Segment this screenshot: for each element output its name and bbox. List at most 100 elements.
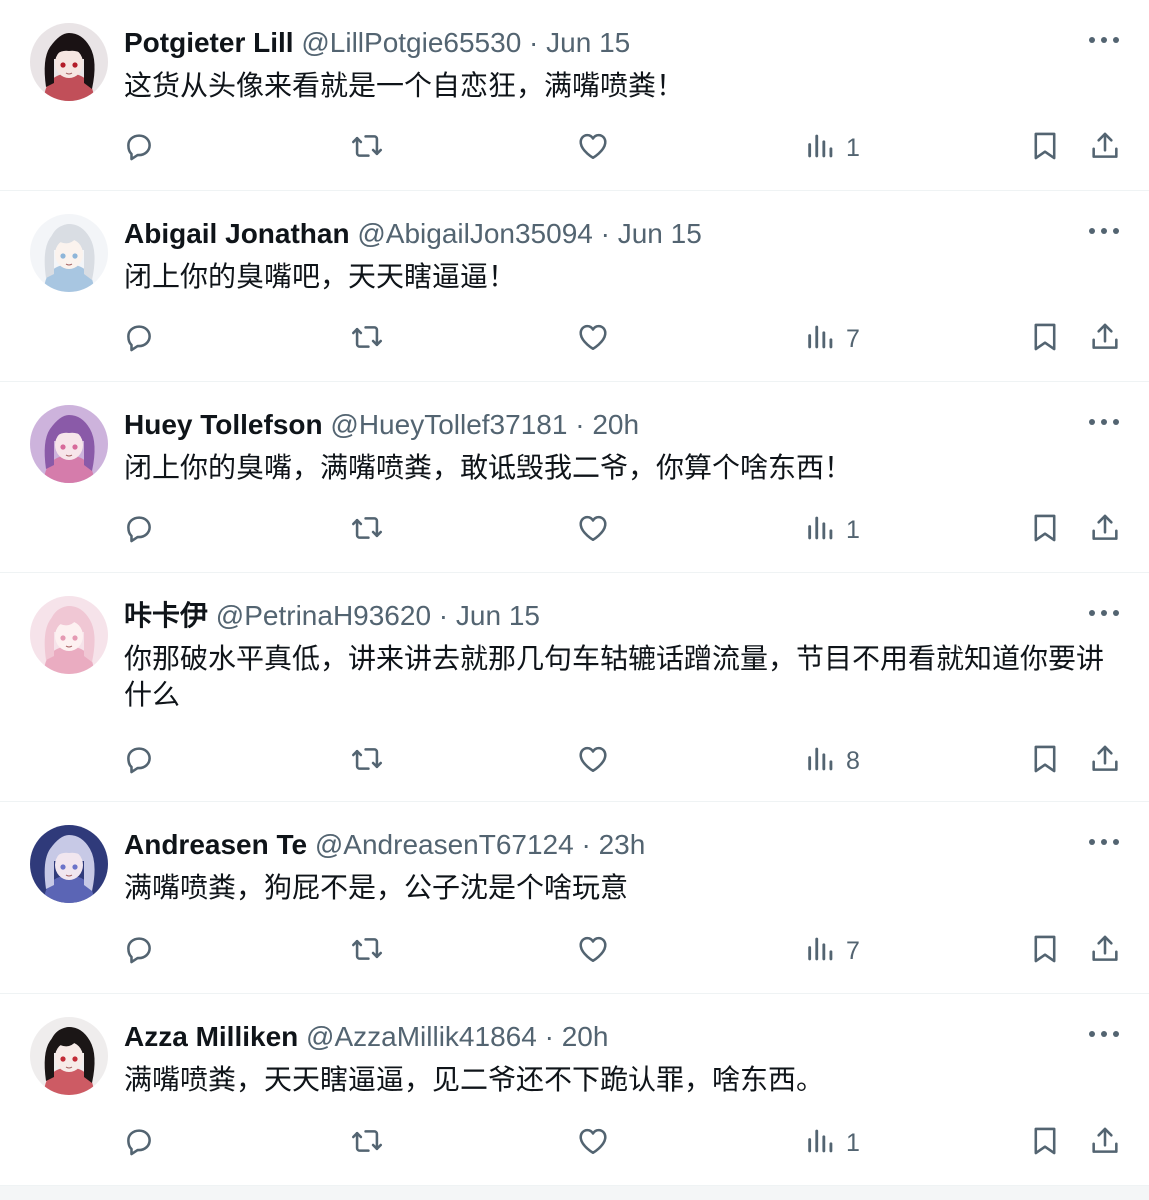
tweet-header: Azza Milliken @AzzaMillik41864 · 20h [124, 1020, 608, 1054]
more-icon[interactable] [1089, 412, 1119, 432]
user-handle[interactable]: @LillPotgie65530 [301, 27, 521, 58]
display-name[interactable]: Azza Milliken [124, 1021, 298, 1052]
bookmark-icon [1028, 932, 1062, 971]
more-icon[interactable] [1089, 603, 1119, 623]
share-button[interactable] [1088, 319, 1122, 359]
share-icon [1088, 129, 1122, 168]
like-button[interactable] [576, 741, 610, 781]
views-button[interactable]: 1 [804, 1123, 860, 1163]
share-icon [1088, 1124, 1122, 1163]
share-icon [1088, 320, 1122, 359]
avatar[interactable] [30, 825, 108, 903]
display-name[interactable]: Andreasen Te [124, 829, 307, 860]
user-handle[interactable]: @AzzaMillik41864 [306, 1021, 537, 1052]
tweet-actions: 1 [0, 128, 1149, 168]
reply-button[interactable] [122, 1123, 156, 1163]
separator-dot: · [592, 218, 618, 249]
more-icon[interactable] [1089, 1024, 1119, 1044]
more-icon[interactable] [1089, 832, 1119, 852]
bookmark-button[interactable] [1028, 741, 1062, 781]
more-icon[interactable] [1089, 30, 1119, 50]
tweet-text: 满嘴喷粪，狗屁不是，公子沈是个啥玩意 [124, 871, 629, 904]
share-button[interactable] [1088, 931, 1122, 971]
avatar[interactable] [30, 23, 108, 101]
tweet-reply[interactable]: Abigail Jonathan @AbigailJon35094 · Jun … [0, 191, 1149, 382]
retweet-button[interactable] [350, 741, 384, 781]
retweet-button[interactable] [350, 931, 384, 971]
tweet-reply[interactable]: Potgieter Lill @LillPotgie65530 · Jun 15… [0, 0, 1149, 191]
views-count: 8 [846, 746, 860, 775]
reply-icon [122, 742, 156, 781]
views-button[interactable]: 7 [804, 931, 860, 971]
tweet-reply[interactable]: 咔卡伊 @PetrinaH93620 · Jun 15 你那破水平真低，讲来讲去就… [0, 573, 1149, 802]
tweet-reply[interactable]: Andreasen Te @AndreasenT67124 · 23h 满嘴喷粪，… [0, 802, 1149, 994]
retweet-icon [350, 932, 384, 971]
user-handle[interactable]: @HueyTollef37181 [330, 409, 567, 440]
like-icon [576, 320, 610, 359]
bookmark-button[interactable] [1028, 128, 1062, 168]
like-button[interactable] [576, 931, 610, 971]
views-button[interactable]: 1 [804, 128, 860, 168]
views-count: 1 [846, 133, 860, 162]
tweet-actions: 8 [0, 741, 1149, 781]
tweet-header: Huey Tollefson @HueyTollef37181 · 20h [124, 408, 639, 442]
timestamp[interactable]: 20h [562, 1021, 609, 1052]
timestamp[interactable]: 20h [592, 409, 639, 440]
user-handle[interactable]: @AndreasenT67124 [315, 829, 574, 860]
timestamp[interactable]: Jun 15 [546, 27, 630, 58]
display-name[interactable]: Abigail Jonathan [124, 218, 350, 249]
reply-button[interactable] [122, 741, 156, 781]
reply-button[interactable] [122, 510, 156, 550]
retweet-button[interactable] [350, 510, 384, 550]
separator-dot: · [521, 27, 547, 58]
user-handle[interactable]: @AbigailJon35094 [357, 218, 592, 249]
views-button[interactable]: 1 [804, 510, 860, 550]
retweet-icon [350, 129, 384, 168]
separator-dot: · [431, 600, 456, 631]
like-button[interactable] [576, 1123, 610, 1163]
separator-dot: · [573, 829, 599, 860]
views-count: 7 [846, 324, 860, 353]
reply-button[interactable] [122, 931, 156, 971]
avatar[interactable] [30, 1017, 108, 1095]
retweet-button[interactable] [350, 128, 384, 168]
avatar[interactable] [30, 596, 108, 674]
bookmark-button[interactable] [1028, 1123, 1062, 1163]
views-button[interactable]: 7 [804, 319, 860, 359]
like-button[interactable] [576, 319, 610, 359]
views-icon [804, 320, 838, 359]
avatar[interactable] [30, 405, 108, 483]
share-button[interactable] [1088, 1123, 1122, 1163]
tweet-reply[interactable]: Huey Tollefson @HueyTollef37181 · 20h 闭上你… [0, 382, 1149, 573]
share-button[interactable] [1088, 128, 1122, 168]
share-icon [1088, 932, 1122, 971]
display-name[interactable]: Huey Tollefson [124, 409, 323, 440]
like-button[interactable] [576, 510, 610, 550]
timestamp[interactable]: 23h [599, 829, 646, 860]
bookmark-button[interactable] [1028, 931, 1062, 971]
bookmark-button[interactable] [1028, 319, 1062, 359]
more-icon[interactable] [1089, 221, 1119, 241]
retweet-button[interactable] [350, 319, 384, 359]
reply-button[interactable] [122, 128, 156, 168]
timestamp[interactable]: Jun 15 [618, 218, 702, 249]
timestamp[interactable]: Jun 15 [456, 600, 540, 631]
like-icon [576, 742, 610, 781]
share-icon [1088, 511, 1122, 550]
tweet-header: Andreasen Te @AndreasenT67124 · 23h [124, 828, 645, 862]
like-button[interactable] [576, 128, 610, 168]
reply-button[interactable] [122, 319, 156, 359]
bookmark-button[interactable] [1028, 510, 1062, 550]
avatar[interactable] [30, 214, 108, 292]
display-name[interactable]: 咔卡伊 [124, 600, 208, 631]
tweet-text: 闭上你的臭嘴，满嘴喷粪，敢诋毁我二爷，你算个啥东西！ [124, 451, 853, 484]
views-button[interactable]: 8 [804, 741, 860, 781]
share-button[interactable] [1088, 510, 1122, 550]
tweet-reply[interactable]: Azza Milliken @AzzaMillik41864 · 20h 满嘴喷粪… [0, 994, 1149, 1186]
reply-icon [122, 511, 156, 550]
retweet-button[interactable] [350, 1123, 384, 1163]
share-button[interactable] [1088, 741, 1122, 781]
views-icon [804, 1124, 838, 1163]
display-name[interactable]: Potgieter Lill [124, 27, 294, 58]
user-handle[interactable]: @PetrinaH93620 [216, 600, 431, 631]
